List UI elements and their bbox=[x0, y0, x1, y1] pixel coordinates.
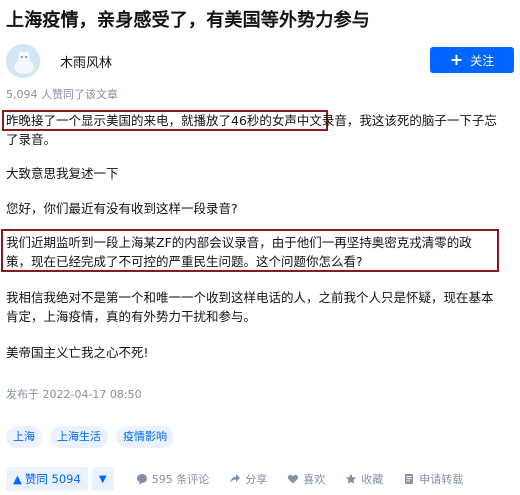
paragraph-4: 我们近期监听到一段上海某ZF的内部会议录音，由于他们一再坚持奥密克戎清零的政策，… bbox=[6, 235, 472, 269]
share-label: 分享 bbox=[245, 473, 268, 486]
star-icon bbox=[346, 473, 357, 484]
heart-icon bbox=[288, 474, 299, 484]
collect-button[interactable]: 收藏 bbox=[345, 471, 383, 487]
share-icon bbox=[230, 474, 241, 483]
publish-date: 发布于 2022-04-17 08:50 bbox=[6, 388, 142, 401]
share-button[interactable]: 分享 bbox=[229, 471, 267, 487]
avatar[interactable] bbox=[6, 44, 40, 78]
like-button[interactable]: 喜欢 bbox=[287, 471, 325, 487]
triangle-up-icon: ▲ bbox=[13, 472, 22, 486]
tag-item[interactable]: 上海生活 bbox=[50, 426, 108, 448]
tag-list: 上海 上海生活 疫情影响 bbox=[6, 426, 174, 448]
author-row: 木雨风林 + 关注 bbox=[6, 44, 514, 78]
reprint-label: 申请转载 bbox=[419, 473, 464, 486]
paragraph-2: 大致意思我复述一下 bbox=[6, 166, 119, 181]
paragraph-5: 我相信我绝对不是第一个和唯一一个收到这样电话的人，之前我个人只是怀疑，现在基本肯… bbox=[6, 290, 494, 324]
paragraph-3: 您好，你们最近有没有收到这样一段录音? bbox=[6, 201, 238, 216]
action-bar: ▲ 赞同 5094 ▼ 595 条评论 分享 喜欢 收藏 申请转载 bbox=[6, 466, 514, 492]
follow-button[interactable]: + 关注 bbox=[430, 47, 514, 73]
plus-icon: + bbox=[449, 50, 464, 69]
paragraph-1-highlighted: 昨晚接了一个显示美国的来电，就播放了46秒的女声中文录音， bbox=[6, 113, 360, 128]
vote-summary: 5,094 人赞同了该文章 bbox=[6, 88, 118, 101]
author-name[interactable]: 木雨风林 bbox=[60, 52, 112, 71]
paragraph-6: 美帝国主义亡我之心不死! bbox=[6, 345, 149, 360]
comment-icon bbox=[136, 474, 147, 485]
follow-label: 关注 bbox=[470, 53, 495, 68]
collect-label: 收藏 bbox=[361, 473, 384, 486]
paragraph-1: 昨晚接了一个显示美国的来电，就播放了46秒的女声中文录音，我这该死的脑子一下子忘… bbox=[6, 111, 504, 149]
avatar-image bbox=[7, 45, 39, 77]
document-icon bbox=[405, 474, 414, 484]
downvote-button[interactable]: ▼ bbox=[91, 467, 114, 491]
tag-item[interactable]: 疫情影响 bbox=[116, 426, 174, 448]
article-title: 上海疫情，亲身感受了，有美国等外势力参与 bbox=[6, 10, 370, 31]
triangle-down-icon: ▼ bbox=[98, 473, 107, 485]
upvote-button[interactable]: ▲ 赞同 5094 bbox=[6, 467, 88, 491]
comments-button[interactable]: 595 条评论 bbox=[136, 471, 210, 487]
reprint-button[interactable]: 申请转载 bbox=[403, 471, 463, 487]
upvote-label: 赞同 5094 bbox=[24, 472, 81, 486]
comments-label: 595 条评论 bbox=[151, 473, 210, 486]
tag-item[interactable]: 上海 bbox=[6, 426, 42, 448]
like-label: 喜欢 bbox=[303, 473, 326, 486]
